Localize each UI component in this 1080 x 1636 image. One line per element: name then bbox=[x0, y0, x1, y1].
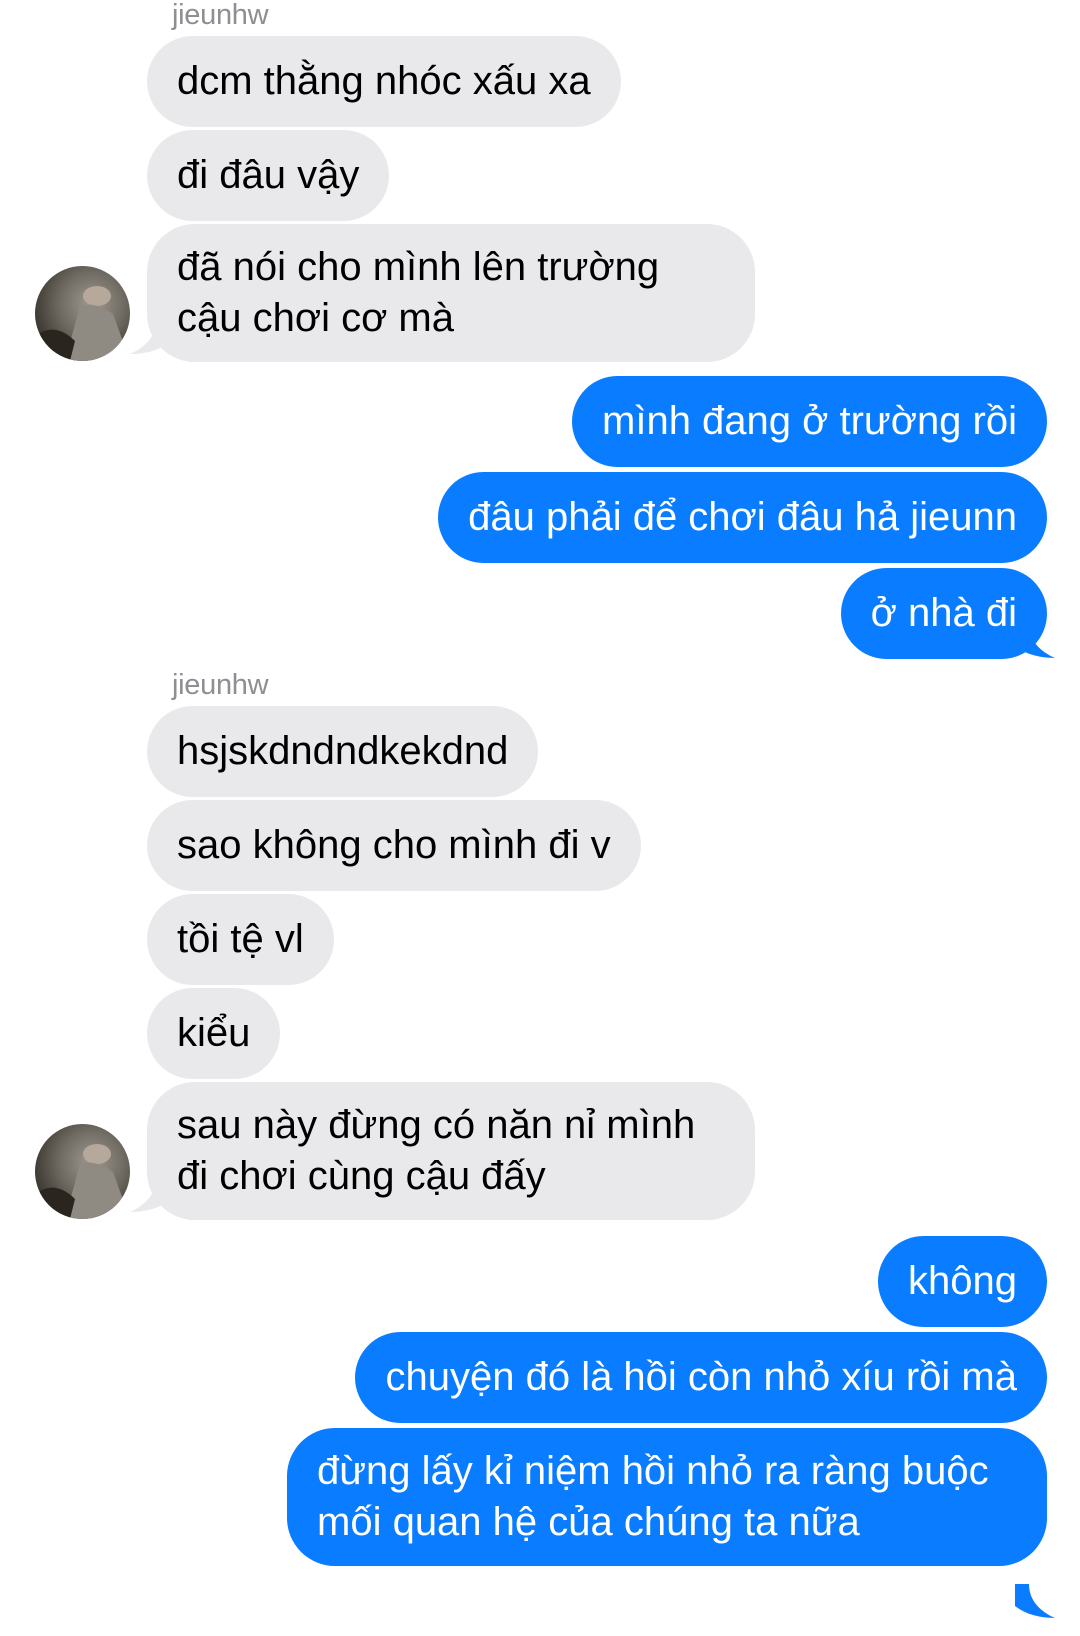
message-bubble-incoming[interactable]: sao không cho mình đi v bbox=[147, 800, 641, 891]
bubble-tail-outgoing bbox=[1015, 1584, 1055, 1618]
message-bubble-incoming[interactable]: đã nói cho mình lên trường cậu chơi cơ m… bbox=[147, 224, 755, 362]
message-bubble-outgoing[interactable]: chuyện đó là hồi còn nhỏ xíu rồi mà bbox=[355, 1332, 1047, 1423]
bubble-tail-outgoing bbox=[1015, 624, 1055, 658]
message-bubble-incoming[interactable]: dcm thằng nhóc xấu xa bbox=[147, 36, 621, 127]
message-bubble-incoming[interactable]: hsjskdndndkekdnd bbox=[147, 706, 539, 797]
bubble-tail-incoming bbox=[130, 1178, 170, 1212]
sender-name: jieunhw bbox=[172, 669, 269, 701]
sender-name: jieunhw bbox=[172, 0, 269, 31]
user-avatar-photo bbox=[35, 1144, 130, 1219]
message-bubble-incoming[interactable]: tồi tệ vl bbox=[147, 894, 334, 985]
message-bubble-outgoing[interactable]: đừng lấy kỉ niệm hồi nhỏ ra ràng buộc mố… bbox=[287, 1428, 1047, 1566]
message-bubble-outgoing[interactable]: mình đang ở trường rồi bbox=[572, 376, 1047, 467]
message-bubble-outgoing[interactable]: đâu phải để chơi đâu hả jieunn bbox=[438, 472, 1047, 563]
message-bubble-incoming[interactable]: đi đâu vậy bbox=[147, 130, 390, 221]
avatar[interactable] bbox=[35, 1124, 130, 1219]
message-bubble-incoming[interactable]: sau này đừng có năn nỉ mình đi chơi cùng… bbox=[147, 1082, 755, 1220]
bubble-tail-incoming bbox=[130, 320, 170, 354]
message-bubble-outgoing[interactable]: không bbox=[878, 1236, 1047, 1327]
user-avatar-photo bbox=[35, 286, 130, 361]
message-bubble-incoming[interactable]: kiểu bbox=[147, 988, 281, 1079]
avatar[interactable] bbox=[35, 266, 130, 361]
